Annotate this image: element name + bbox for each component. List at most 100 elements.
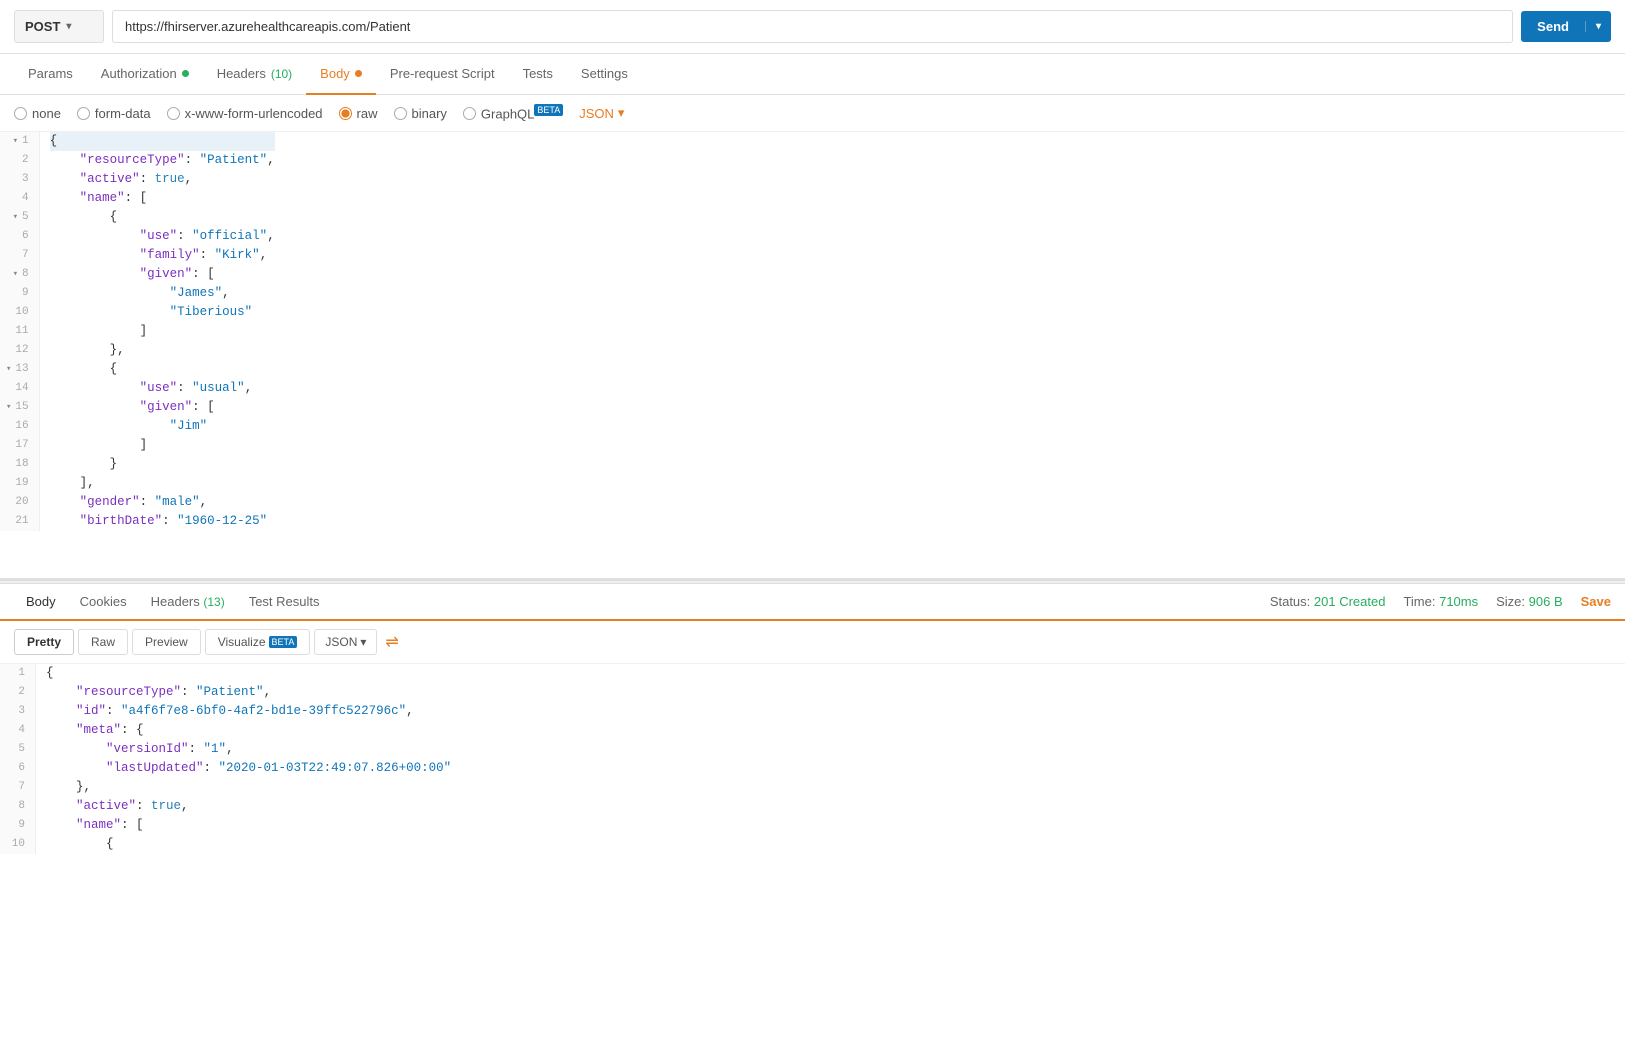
req-line-3: "active": true, xyxy=(50,170,275,189)
resp-json-label: JSON xyxy=(325,635,357,649)
req-line-16: "Jim" xyxy=(50,417,275,436)
resp-line-7: }, xyxy=(46,778,451,797)
resp-tab-body-label: Body xyxy=(26,594,56,609)
resp-json-arrow: ▾ xyxy=(360,635,366,649)
req-line-9: "James", xyxy=(50,284,275,303)
method-label: POST xyxy=(25,19,60,34)
resp-line-numbers: 1 2 3 4 5 6 7 8 9 10 xyxy=(0,664,36,854)
resp-ln-1: 1 xyxy=(6,664,29,683)
method-select[interactable]: POST ▾ xyxy=(14,10,104,43)
resp-fmt-preview[interactable]: Preview xyxy=(132,629,201,655)
req-line-18: } xyxy=(50,455,275,474)
fold-1: ▾ xyxy=(13,132,18,151)
resp-ln-5: 5 xyxy=(6,740,29,759)
tab-params[interactable]: Params xyxy=(14,54,87,95)
request-tabs: Params Authorization Headers (10) Body P… xyxy=(0,54,1625,95)
resp-ln-10: 10 xyxy=(6,835,29,854)
ln-3: 3 xyxy=(6,170,33,189)
response-code-editor[interactable]: 1 2 3 4 5 6 7 8 9 10 { "resourceType": "… xyxy=(0,664,1625,854)
resp-tab-headers[interactable]: Headers (13) xyxy=(139,584,237,621)
url-input[interactable] xyxy=(112,10,1513,43)
resp-line-4: "meta": { xyxy=(46,721,451,740)
format-none-label: none xyxy=(32,106,61,121)
format-bar: none form-data x-www-form-urlencoded raw… xyxy=(0,95,1625,132)
resp-code-lines: { "resourceType": "Patient", "id": "a4f6… xyxy=(36,664,451,854)
resp-tab-cookies[interactable]: Cookies xyxy=(68,584,139,621)
tab-settings-label: Settings xyxy=(581,66,628,81)
resp-line-6: "lastUpdated": "2020-01-03T22:49:07.826+… xyxy=(46,759,451,778)
req-line-14: "use": "usual", xyxy=(50,379,275,398)
resp-fmt-pretty[interactable]: Pretty xyxy=(14,629,74,655)
resp-line-8: "active": true, xyxy=(46,797,451,816)
resp-ln-7: 7 xyxy=(6,778,29,797)
save-response-button[interactable]: Save xyxy=(1581,594,1611,609)
status-value: 201 Created xyxy=(1314,594,1386,609)
ln-12: 12 xyxy=(6,341,33,360)
ln-13: ▾13 xyxy=(6,360,33,379)
format-none[interactable]: none xyxy=(14,106,61,121)
format-form-data[interactable]: form-data xyxy=(77,106,151,121)
line-numbers: ▾1 2 3 4 ▾5 6 7 ▾8 9 10 11 12 ▾13 14 ▾15… xyxy=(0,132,40,531)
format-binary[interactable]: binary xyxy=(394,106,447,121)
format-graphql-label: GraphQLBETA xyxy=(481,105,563,121)
visualize-beta-badge: BETA xyxy=(269,636,298,648)
wrap-lines-icon[interactable]: ⇌ xyxy=(385,632,398,652)
resp-json-dropdown[interactable]: JSON ▾ xyxy=(314,629,377,655)
tab-authorization[interactable]: Authorization xyxy=(87,54,203,95)
json-type-dropdown[interactable]: JSON ▾ xyxy=(579,105,624,121)
resp-fmt-raw[interactable]: Raw xyxy=(78,629,128,655)
resp-tab-testresults[interactable]: Test Results xyxy=(237,584,332,621)
resp-ln-8: 8 xyxy=(6,797,29,816)
format-raw-label: raw xyxy=(357,106,378,121)
resp-ln-9: 9 xyxy=(6,816,29,835)
request-code-editor[interactable]: ▾1 2 3 4 ▾5 6 7 ▾8 9 10 11 12 ▾13 14 ▾15… xyxy=(0,132,1625,580)
fold-8: ▾ xyxy=(13,265,18,284)
tab-body[interactable]: Body xyxy=(306,54,376,95)
resp-ln-3: 3 xyxy=(6,702,29,721)
format-raw[interactable]: raw xyxy=(339,106,378,121)
tab-prerequest[interactable]: Pre-request Script xyxy=(376,54,509,95)
send-arrow: ▾ xyxy=(1585,21,1611,32)
ln-6: 6 xyxy=(6,227,33,246)
response-tabs: Body Cookies Headers (13) Test Results S… xyxy=(0,584,1625,621)
ln-1: ▾1 xyxy=(6,132,33,151)
json-type-label: JSON xyxy=(579,106,614,121)
req-line-8: "given": [ xyxy=(50,265,275,284)
tab-settings[interactable]: Settings xyxy=(567,54,642,95)
response-status: Status: 201 Created Time: 710ms Size: 90… xyxy=(1270,594,1611,609)
ln-16: 16 xyxy=(6,417,33,436)
radio-none xyxy=(14,107,27,120)
send-label: Send xyxy=(1521,19,1585,34)
send-button[interactable]: Send ▾ xyxy=(1521,11,1611,42)
tab-tests[interactable]: Tests xyxy=(509,54,567,95)
req-line-11: ] xyxy=(50,322,275,341)
response-section: Body Cookies Headers (13) Test Results S… xyxy=(0,584,1625,854)
format-binary-label: binary xyxy=(412,106,447,121)
resp-tab-cookies-label: Cookies xyxy=(80,594,127,609)
time-label: Time: 710ms xyxy=(1403,594,1478,609)
resp-tab-body[interactable]: Body xyxy=(14,584,68,621)
code-editor-content: ▾1 2 3 4 ▾5 6 7 ▾8 9 10 11 12 ▾13 14 ▾15… xyxy=(0,132,1625,531)
radio-graphql xyxy=(463,107,476,120)
ln-20: 20 xyxy=(6,493,33,512)
code-lines: { "resourceType": "Patient", "active": t… xyxy=(40,132,275,531)
ln-18: 18 xyxy=(6,455,33,474)
tab-headers[interactable]: Headers (10) xyxy=(203,54,306,95)
resp-ln-4: 4 xyxy=(6,721,29,740)
req-line-21: "birthDate": "1960-12-25" xyxy=(50,512,275,531)
format-graphql[interactable]: GraphQLBETA xyxy=(463,105,563,121)
resp-tab-testresults-label: Test Results xyxy=(249,594,320,609)
req-line-5: { xyxy=(50,208,275,227)
format-urlencoded[interactable]: x-www-form-urlencoded xyxy=(167,106,323,121)
req-line-1: { xyxy=(50,132,275,151)
req-line-7: "family": "Kirk", xyxy=(50,246,275,265)
resp-tab-headers-label: Headers xyxy=(151,594,204,609)
ln-14: 14 xyxy=(6,379,33,398)
resp-fmt-visualize[interactable]: Visualize BETA xyxy=(205,629,311,655)
req-line-12: }, xyxy=(50,341,275,360)
req-line-2: "resourceType": "Patient", xyxy=(50,151,275,170)
request-section: POST ▾ Send ▾ Params Authorization Heade… xyxy=(0,0,1625,580)
radio-urlencoded xyxy=(167,107,180,120)
resp-line-10: { xyxy=(46,835,451,854)
json-dropdown-arrow: ▾ xyxy=(618,105,625,121)
